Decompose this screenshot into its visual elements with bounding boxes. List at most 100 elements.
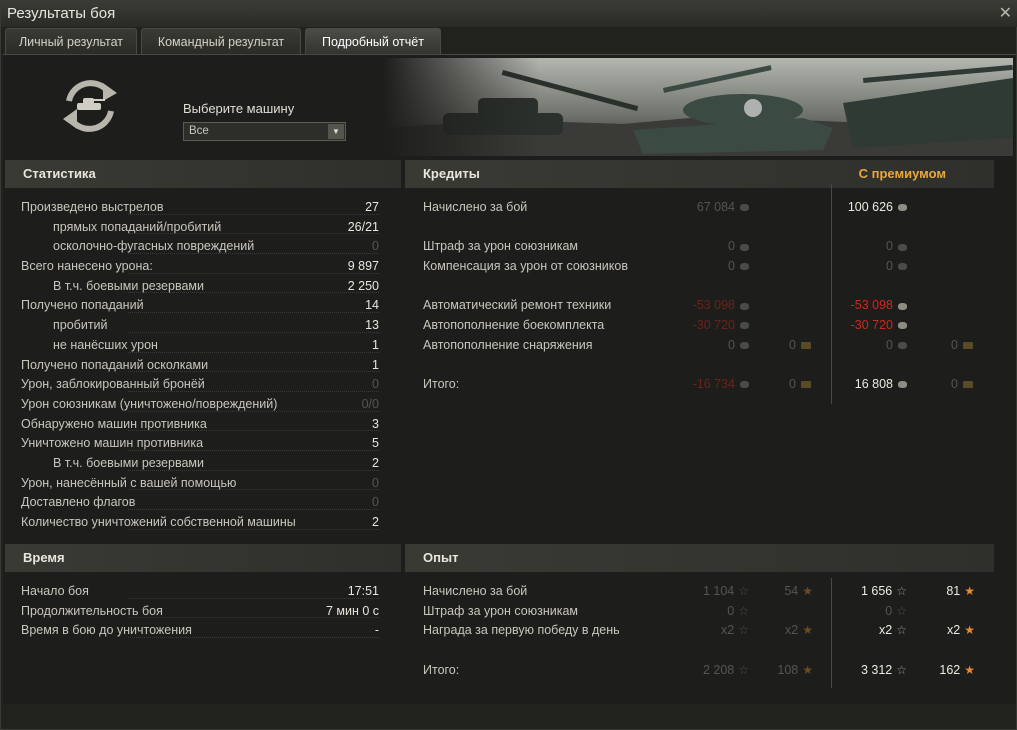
stat-row: Получено попаданий 14 <box>21 296 379 316</box>
gold-icon <box>963 381 973 389</box>
gold-base-amount: 0 <box>789 337 796 352</box>
gold-premium-value: 0 <box>951 375 973 395</box>
credit-icon <box>898 263 907 271</box>
gold-base-value: 0 <box>789 336 811 356</box>
row-separator <box>128 213 379 215</box>
stat-label: Произведено выстрелов <box>21 200 164 214</box>
credit-base-amount: 67 084 <box>696 200 735 214</box>
xp-base-value: 1 104 ☆ <box>703 582 749 602</box>
credit-premium-amount: 0 <box>886 259 893 274</box>
xp-label: Итого: <box>423 662 460 677</box>
tab-team-result[interactable]: Командный результат <box>141 28 301 54</box>
credit-base-value: -16 734 <box>693 375 749 395</box>
row-separator <box>128 509 379 510</box>
xp-base-value: 0 ☆ <box>727 602 749 622</box>
gold-premium-value: 0 <box>951 336 973 356</box>
free-xp-star-icon: ★ <box>964 584 975 598</box>
stat-label: осколочно-фугасных повреждений <box>53 239 255 254</box>
stat-label: Количество уничтожений собственной машин… <box>21 515 296 529</box>
row-separator <box>128 272 379 274</box>
credit-icon <box>740 381 749 389</box>
gold-premium-amount: 0 <box>951 377 958 392</box>
row-separator <box>128 390 379 392</box>
xp-prem-free-value: 81 ★ <box>946 582 975 602</box>
xp-base-free-value: 108 ★ <box>777 661 813 681</box>
stat-label: Получено попаданий осколками <box>21 357 209 372</box>
xp-prem-free-value: 162 ★ <box>939 661 975 681</box>
stat-value: 0/0 <box>361 396 379 411</box>
credit-base-value: -53 098 <box>693 296 749 316</box>
stat-label: не нанёсших урон <box>53 337 158 352</box>
xp-base-amount: 2 208 <box>702 662 735 677</box>
time-label: Начало боя <box>21 584 89 598</box>
credit-base-amount: -30 720 <box>692 318 735 333</box>
xp-row: Начислено за бой 1 104 ☆ 54 ★ 1 656 ☆ 81 ★ <box>423 582 983 602</box>
xp-base-value: 2 208 ☆ <box>703 661 749 681</box>
xp-base-value: x2 ☆ <box>721 621 749 641</box>
xp-star-icon: ☆ <box>738 584 749 598</box>
stat-value: 14 <box>365 298 379 313</box>
credit-base-value: 0 <box>728 237 749 257</box>
gold-premium-amount: 0 <box>951 337 958 352</box>
xp-star-icon: ☆ <box>896 623 907 638</box>
gold-icon <box>801 381 811 389</box>
xp-prem-amount: 3 312 <box>860 662 893 677</box>
credit-premium-value: 100 626 <box>848 198 907 218</box>
xp-base-free-value: 54 ★ <box>784 582 813 602</box>
credit-label: Компенсация за урон от союзников <box>423 259 628 274</box>
row-separator <box>128 351 379 353</box>
premium-label: С премиумом <box>858 166 946 181</box>
vehicle-select-dropdown[interactable]: Все ▼ <box>183 122 346 141</box>
credit-label: Автоматический ремонт техники <box>423 298 612 313</box>
stat-label: Получено попаданий <box>21 298 144 313</box>
chevron-down-icon[interactable]: ▼ <box>328 124 344 139</box>
stat-label: В т.ч. боевыми резервами <box>53 455 204 470</box>
xp-list: Начислено за бой 1 104 ☆ 54 ★ 1 656 ☆ 81 ★ Штраф … <box>423 582 983 680</box>
time-value: - <box>374 623 379 638</box>
stat-row: Уничтожено машин противника 5 <box>21 434 379 454</box>
battle-results-window: Результаты боя ✕ Личный результат Команд… <box>0 0 1017 730</box>
credit-premium-amount: -53 098 <box>850 298 893 313</box>
time-label: Продолжительность боя <box>21 603 163 618</box>
stat-label: В т.ч. боевыми резервами <box>53 278 204 293</box>
stat-label: Доставлено флагов <box>21 495 136 510</box>
credit-label: Штраф за урон союзникам <box>423 239 579 254</box>
stat-value: 9 897 <box>347 259 379 274</box>
row-separator <box>128 430 379 432</box>
credit-premium-amount: -30 720 <box>850 318 893 333</box>
credit-label: Начислено за бой <box>423 200 528 214</box>
stat-value: 2 <box>372 455 379 470</box>
xp-base-free-value: x2 ★ <box>785 621 813 641</box>
gold-base-amount: 0 <box>789 377 796 392</box>
stat-value: 2 <box>372 515 379 529</box>
stat-value: 3 <box>372 416 379 431</box>
stat-value: 5 <box>372 436 379 451</box>
row-separator <box>128 469 379 471</box>
tank-banner-image <box>383 58 1013 156</box>
credit-premium-amount: 0 <box>886 239 893 254</box>
close-icon[interactable]: ✕ <box>999 3 1012 23</box>
credit-row: Автопополнение снаряжения 0 0 0 0 <box>423 336 983 356</box>
tab-detailed-report[interactable]: Подробный отчёт <box>305 28 441 54</box>
credit-premium-value: 0 <box>886 257 907 277</box>
time-header: Время <box>5 544 401 572</box>
time-row: Продолжительность боя 7 мин 0 с <box>21 602 379 622</box>
gold-icon <box>801 342 811 350</box>
stat-value: 0 <box>372 377 379 392</box>
free-xp-star-icon: ★ <box>802 584 813 598</box>
stat-label: Урон, заблокированный бронёй <box>21 377 205 392</box>
vehicle-swap-icon[interactable] <box>59 77 121 135</box>
row-separator <box>128 597 379 599</box>
xp-star-icon: ☆ <box>896 662 907 677</box>
credit-row: Итого: -16 734 0 16 808 0 <box>423 375 983 395</box>
credit-row <box>423 218 983 238</box>
time-row: Начало боя 17:51 <box>21 582 379 602</box>
stat-row: Произведено выстрелов 27 <box>21 198 379 218</box>
credit-icon <box>740 243 749 251</box>
credit-icon <box>898 302 907 310</box>
xp-row: Штраф за урон союзникам 0 ☆ 0 ☆ <box>423 602 983 622</box>
tab-personal-result[interactable]: Личный результат <box>5 28 137 54</box>
xp-prem-free-amount: x2 <box>947 623 961 638</box>
credit-base-amount: 0 <box>728 337 735 352</box>
stat-row: Урон, нанесённый с вашей помощью 0 <box>21 474 379 494</box>
